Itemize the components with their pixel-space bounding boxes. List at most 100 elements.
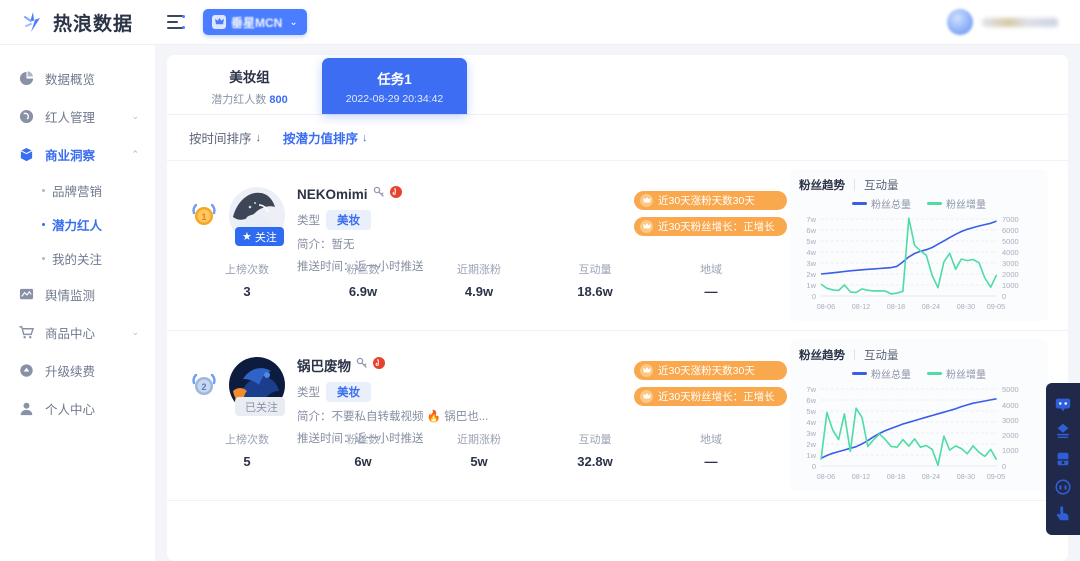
avatar[interactable]: 已关注	[229, 357, 285, 416]
tab-title: 任务1	[377, 71, 412, 87]
sidebar-subitem-my-follows[interactable]: 我的关注	[0, 241, 155, 275]
crown-icon	[640, 220, 653, 233]
svg-text:7000: 7000	[1002, 215, 1019, 224]
key-icon	[373, 185, 385, 203]
svg-text:08-24: 08-24	[922, 472, 940, 481]
svg-text:2: 2	[201, 382, 206, 392]
chevron-down-icon: ⌄	[131, 326, 139, 337]
nickname-row: NEKOmimi	[297, 185, 527, 203]
stat-value: 5	[243, 454, 251, 469]
nickname-row: 锅巴废物	[297, 355, 527, 375]
chart-plot-area: 7w 6w 5w 4w 3w 2w 1w 0 7000 6000 5000 4000 300…	[799, 213, 1039, 311]
sidebar-item-business-insight[interactable]: 商业洞察 ⌃	[0, 135, 155, 173]
legend-swatch	[852, 372, 867, 375]
headset-support-icon[interactable]	[1054, 477, 1073, 496]
stats-row: 上榜次数 3 粉丝数 6.9w 近期涨粉 4.9w 互动量 18.6w 地域 —	[189, 261, 769, 299]
feedback-message-icon[interactable]	[1054, 394, 1073, 413]
sidebar-subitem-label: 潜力红人	[52, 218, 103, 233]
stat-label: 粉丝数	[346, 264, 380, 276]
stat-region: 地域 —	[653, 431, 769, 469]
stat-interactions: 互动量 18.6w	[537, 261, 653, 299]
key-icon	[356, 356, 368, 374]
follow-button[interactable]: 已关注	[235, 397, 285, 416]
legend-fan-growth[interactable]: 粉丝增量	[927, 196, 986, 211]
svg-text:08-30: 08-30	[957, 302, 975, 311]
stats-row: 上榜次数 5 粉丝数 6w 近期涨粉 5w 互动量 32.8w 地域 —	[189, 431, 769, 469]
influencer-bio: 简介：不要私自转载视频 🔥 锅巴也...	[297, 411, 489, 423]
stat-appearances: 上榜次数 3	[189, 261, 305, 299]
sort-label: 按潜力值排序	[283, 132, 359, 146]
influencer-nickname: 锅巴废物	[297, 359, 351, 374]
chart-tab-fans-trend[interactable]: 粉丝趋势	[799, 177, 845, 193]
sidebar-subitem-label: 品牌营销	[52, 184, 103, 199]
sidebar-subitem-brand-marketing[interactable]: 品牌营销	[0, 173, 155, 207]
stat-label: 地域	[700, 434, 722, 446]
svg-text:5w: 5w	[806, 407, 816, 416]
sidebar-item-data-overview[interactable]: 数据概览	[0, 59, 155, 97]
tab-subtitle: 2022-08-29 20:34:42	[345, 92, 444, 105]
type-value: 美妆	[326, 382, 371, 402]
tab-task-1[interactable]: 任务1 2022-08-29 20:34:42	[322, 58, 467, 114]
svg-text:0: 0	[1002, 292, 1006, 301]
legend-swatch	[927, 202, 942, 205]
tab-sub-value: 800	[269, 93, 288, 106]
type-label: 类型	[297, 387, 320, 399]
chart-tab-interactions[interactable]: 互动量	[864, 347, 899, 363]
user-profile[interactable]	[947, 9, 1080, 35]
growth-tag: 近30天涨粉天数30天	[634, 191, 787, 210]
handbook-icon[interactable]	[1054, 449, 1073, 468]
svg-text:1: 1	[201, 212, 206, 222]
tag-label: 近30天粉丝增长：正增长	[658, 221, 775, 233]
svg-text:3000: 3000	[1002, 259, 1019, 268]
influencer-bio: 简介：暂无	[297, 239, 355, 251]
stat-value: 6.9w	[348, 284, 378, 299]
legend-label: 粉丝增量	[946, 370, 986, 381]
sidebar-item-influencer-management[interactable]: 红人管理 ⌄	[0, 97, 155, 135]
legend-total-fans[interactable]: 粉丝总量	[852, 196, 911, 211]
follow-button[interactable]: ★ 关注	[235, 227, 284, 246]
douyin-badge-icon	[389, 185, 402, 203]
stat-value: 5w	[470, 454, 488, 469]
gift-diamond-icon[interactable]	[1054, 422, 1073, 441]
stat-recent-growth: 近期涨粉 4.9w	[421, 261, 537, 299]
svg-text:08-30: 08-30	[957, 472, 975, 481]
svg-text:3w: 3w	[806, 429, 816, 438]
sidebar-item-sentiment-monitor[interactable]: 舆情监测	[0, 275, 155, 313]
sort-by-potential[interactable]: 按潜力值排序 ↓	[283, 128, 368, 147]
main-content: 美妆组 潜力红人数 800 任务1 2022-08-29 20:34:42 按时…	[155, 45, 1080, 561]
tab-beauty-group[interactable]: 美妆组 潜力红人数 800	[177, 58, 322, 114]
hand-pointer-icon[interactable]	[1054, 505, 1073, 524]
sidebar-item-personal-center[interactable]: 个人中心	[0, 389, 155, 427]
monitor-icon	[18, 287, 35, 302]
chart-tab-fans-trend[interactable]: 粉丝趋势	[799, 347, 845, 363]
stat-label: 上榜次数	[225, 434, 269, 446]
legend-fan-growth[interactable]: 粉丝增量	[927, 366, 986, 381]
sidebar-item-label: 数据概览	[45, 72, 96, 87]
sort-by-time[interactable]: 按时间排序 ↓	[189, 128, 261, 147]
logo[interactable]: 热浪数据	[0, 9, 155, 36]
user-name-masked	[982, 17, 1058, 27]
chart-plot-area: 7w 6w 5w 4w 3w 2w 1w 0 5000 4000 3000 2000 100…	[799, 383, 1039, 481]
sidebar-item-upgrade-renew[interactable]: 升级续费	[0, 351, 155, 389]
sidebar-item-label: 商品中心	[45, 326, 96, 341]
sidebar-item-product-center[interactable]: 商品中心 ⌄	[0, 313, 155, 351]
chart-tab-interactions[interactable]: 互动量	[864, 177, 899, 193]
avatar	[947, 9, 973, 35]
sidebar-item-label: 红人管理	[45, 110, 96, 125]
chart-legend: 粉丝总量 粉丝增量	[799, 196, 1039, 211]
svg-text:2w: 2w	[806, 270, 816, 279]
svg-text:09-05: 09-05	[987, 302, 1005, 311]
menu-collapse-icon[interactable]	[167, 15, 185, 29]
bullet-dot-icon	[42, 188, 45, 192]
legend-swatch	[927, 372, 942, 375]
stat-interactions: 互动量 32.8w	[537, 431, 653, 469]
svg-text:4000: 4000	[1002, 248, 1019, 257]
chart-tabs: 粉丝趋势 | 互动量	[799, 177, 1039, 193]
top-bar: 热浪数据 垂星MCN ⌄	[0, 0, 1080, 45]
tag-list: 近30天涨粉天数30天 近30天粉丝增长：正增长	[634, 191, 787, 236]
avatar[interactable]: ★ 关注	[229, 187, 285, 246]
mcn-selector-button[interactable]: 垂星MCN ⌄	[203, 9, 307, 35]
sidebar-subitem-potential-influencer[interactable]: 潜力红人	[0, 207, 155, 241]
legend-total-fans[interactable]: 粉丝总量	[852, 366, 911, 381]
growth-tag: 近30天涨粉天数30天	[634, 361, 787, 380]
